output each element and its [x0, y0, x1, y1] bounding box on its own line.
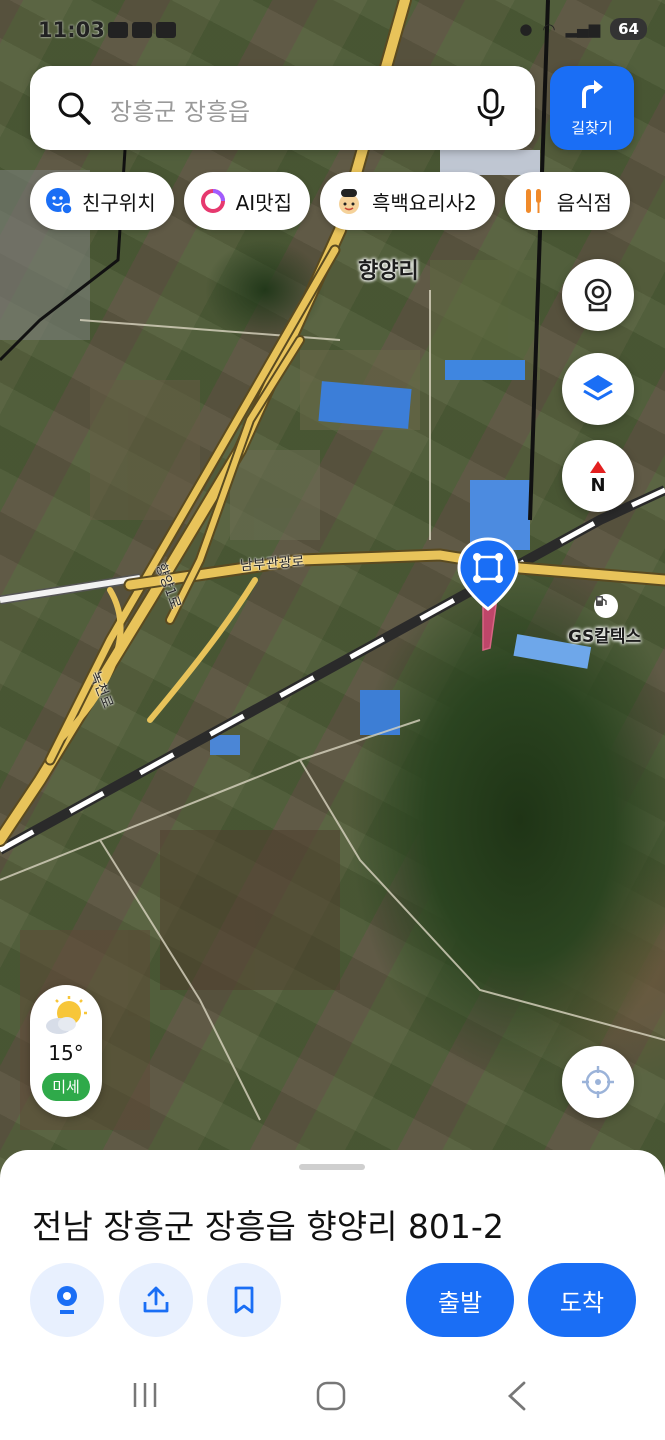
share-button[interactable] — [119, 1263, 193, 1337]
compass-north-label: N — [590, 474, 606, 496]
search-bar[interactable]: 장흥군 장흥읍 — [30, 66, 535, 150]
youtube-icon — [132, 22, 152, 38]
microphone-icon[interactable] — [475, 88, 507, 132]
chip-friend-location[interactable]: 친구위치 — [30, 172, 174, 230]
roadview-button[interactable] — [30, 1263, 104, 1337]
layers-button[interactable] — [562, 353, 634, 425]
system-navigation-bar — [0, 1360, 665, 1440]
depart-button[interactable]: 출발 — [406, 1263, 514, 1337]
chip-label: AI맛집 — [235, 190, 292, 215]
place-address: 전남 장흥군 장흥읍 향양리 801-2 — [32, 1207, 504, 1246]
status-bar: 11:03 ● ◠ ▂▄▆ 64 — [0, 0, 665, 60]
chip-label: 음식점 — [556, 190, 612, 215]
street-view-button[interactable] — [562, 259, 634, 331]
bookmark-button[interactable] — [207, 1263, 281, 1337]
layers-icon — [583, 375, 613, 401]
youtube-icon — [156, 22, 176, 38]
chip-label: 흑백요리사2 — [372, 190, 477, 215]
location-icon: ● — [519, 20, 533, 38]
notification-icons — [108, 22, 176, 38]
route-button-label: 길찾기 — [571, 119, 613, 137]
status-time: 11:03 — [38, 18, 105, 42]
chip-label: 친구위치 — [82, 190, 156, 215]
wifi-icon: ◠ — [542, 20, 556, 38]
arrive-button[interactable]: 도착 — [528, 1263, 636, 1337]
place-label-hyangyang-ri: 향양리 — [358, 259, 419, 284]
status-right: ● ◠ ▂▄▆ 64 — [519, 18, 647, 40]
street-view-pin-icon — [57, 1286, 77, 1314]
locate-crosshair-icon — [582, 1066, 614, 1098]
gas-station-icon[interactable] — [594, 594, 618, 618]
recent-apps-icon[interactable] — [130, 1380, 160, 1414]
ai-ring-icon — [198, 186, 228, 216]
sheet-drag-handle[interactable] — [299, 1164, 365, 1170]
turn-right-arrow-icon — [582, 80, 603, 108]
utensils-icon — [519, 186, 549, 216]
weather-temperature: 15° — [48, 1041, 84, 1065]
app-notification-icon — [108, 22, 128, 38]
weather-widget[interactable]: 15° 미세 — [30, 985, 102, 1117]
compass-button[interactable]: N — [562, 440, 634, 512]
chip-ai-restaurant[interactable]: AI맛집 — [183, 172, 310, 230]
current-location-button[interactable] — [562, 1046, 634, 1118]
street-view-icon — [584, 278, 612, 312]
chef-icon — [334, 186, 364, 216]
route-button[interactable]: 길찾기 — [550, 66, 634, 150]
bookmark-icon — [234, 1286, 254, 1314]
chip-chef[interactable]: 흑백요리사2 — [320, 172, 495, 230]
fine-dust-badge: 미세 — [42, 1073, 90, 1101]
poi-label-gs-caltex[interactable]: GS칼텍스 — [568, 622, 641, 647]
battery-indicator: 64 — [610, 18, 647, 40]
signal-icon: ▂▄▆ — [565, 20, 601, 38]
chip-restaurant[interactable]: 음식점 — [504, 172, 630, 230]
compass-icon: N — [590, 458, 606, 495]
search-input[interactable]: 장흥군 장흥읍 — [110, 92, 250, 127]
back-icon[interactable] — [505, 1380, 529, 1416]
search-icon — [56, 90, 92, 130]
share-icon — [143, 1286, 169, 1313]
friend-location-icon — [44, 186, 74, 216]
home-icon[interactable] — [315, 1380, 347, 1416]
sun-cloud-icon — [46, 996, 87, 1034]
category-chips: 친구위치 AI맛집 흑백요리사2 음식점 — [30, 172, 630, 232]
